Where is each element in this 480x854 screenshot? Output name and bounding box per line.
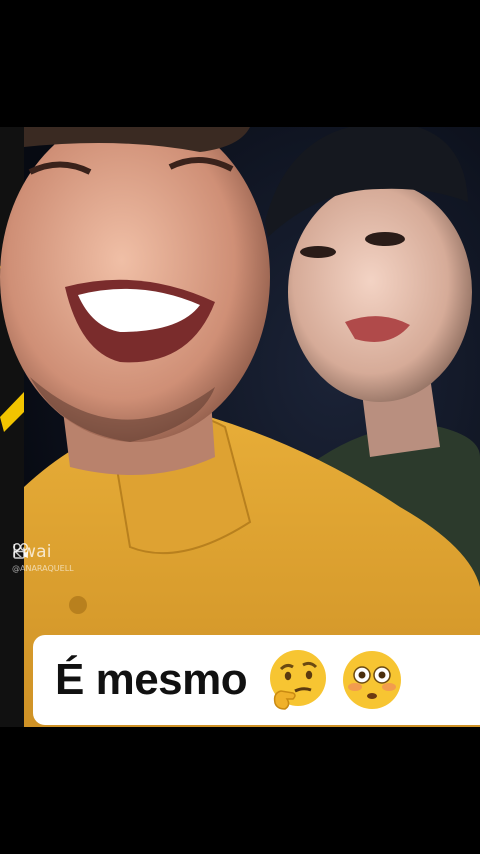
kwai-watermark: kwai @ANARAQUELL: [12, 542, 74, 573]
caption-text: É mesmo: [55, 655, 248, 704]
kwai-handle-text: @ANARAQUELL: [12, 564, 74, 573]
flushed-face-emoji-icon: [343, 651, 402, 709]
face-2: [288, 182, 472, 402]
polo-button: [69, 596, 87, 614]
caption-box: É mesmo: [33, 635, 480, 725]
kwai-logo-icon: [13, 543, 28, 559]
thinking-face-emoji-icon: [270, 650, 327, 710]
eye-2-right: [365, 232, 405, 246]
eye-2-left: [300, 246, 336, 258]
